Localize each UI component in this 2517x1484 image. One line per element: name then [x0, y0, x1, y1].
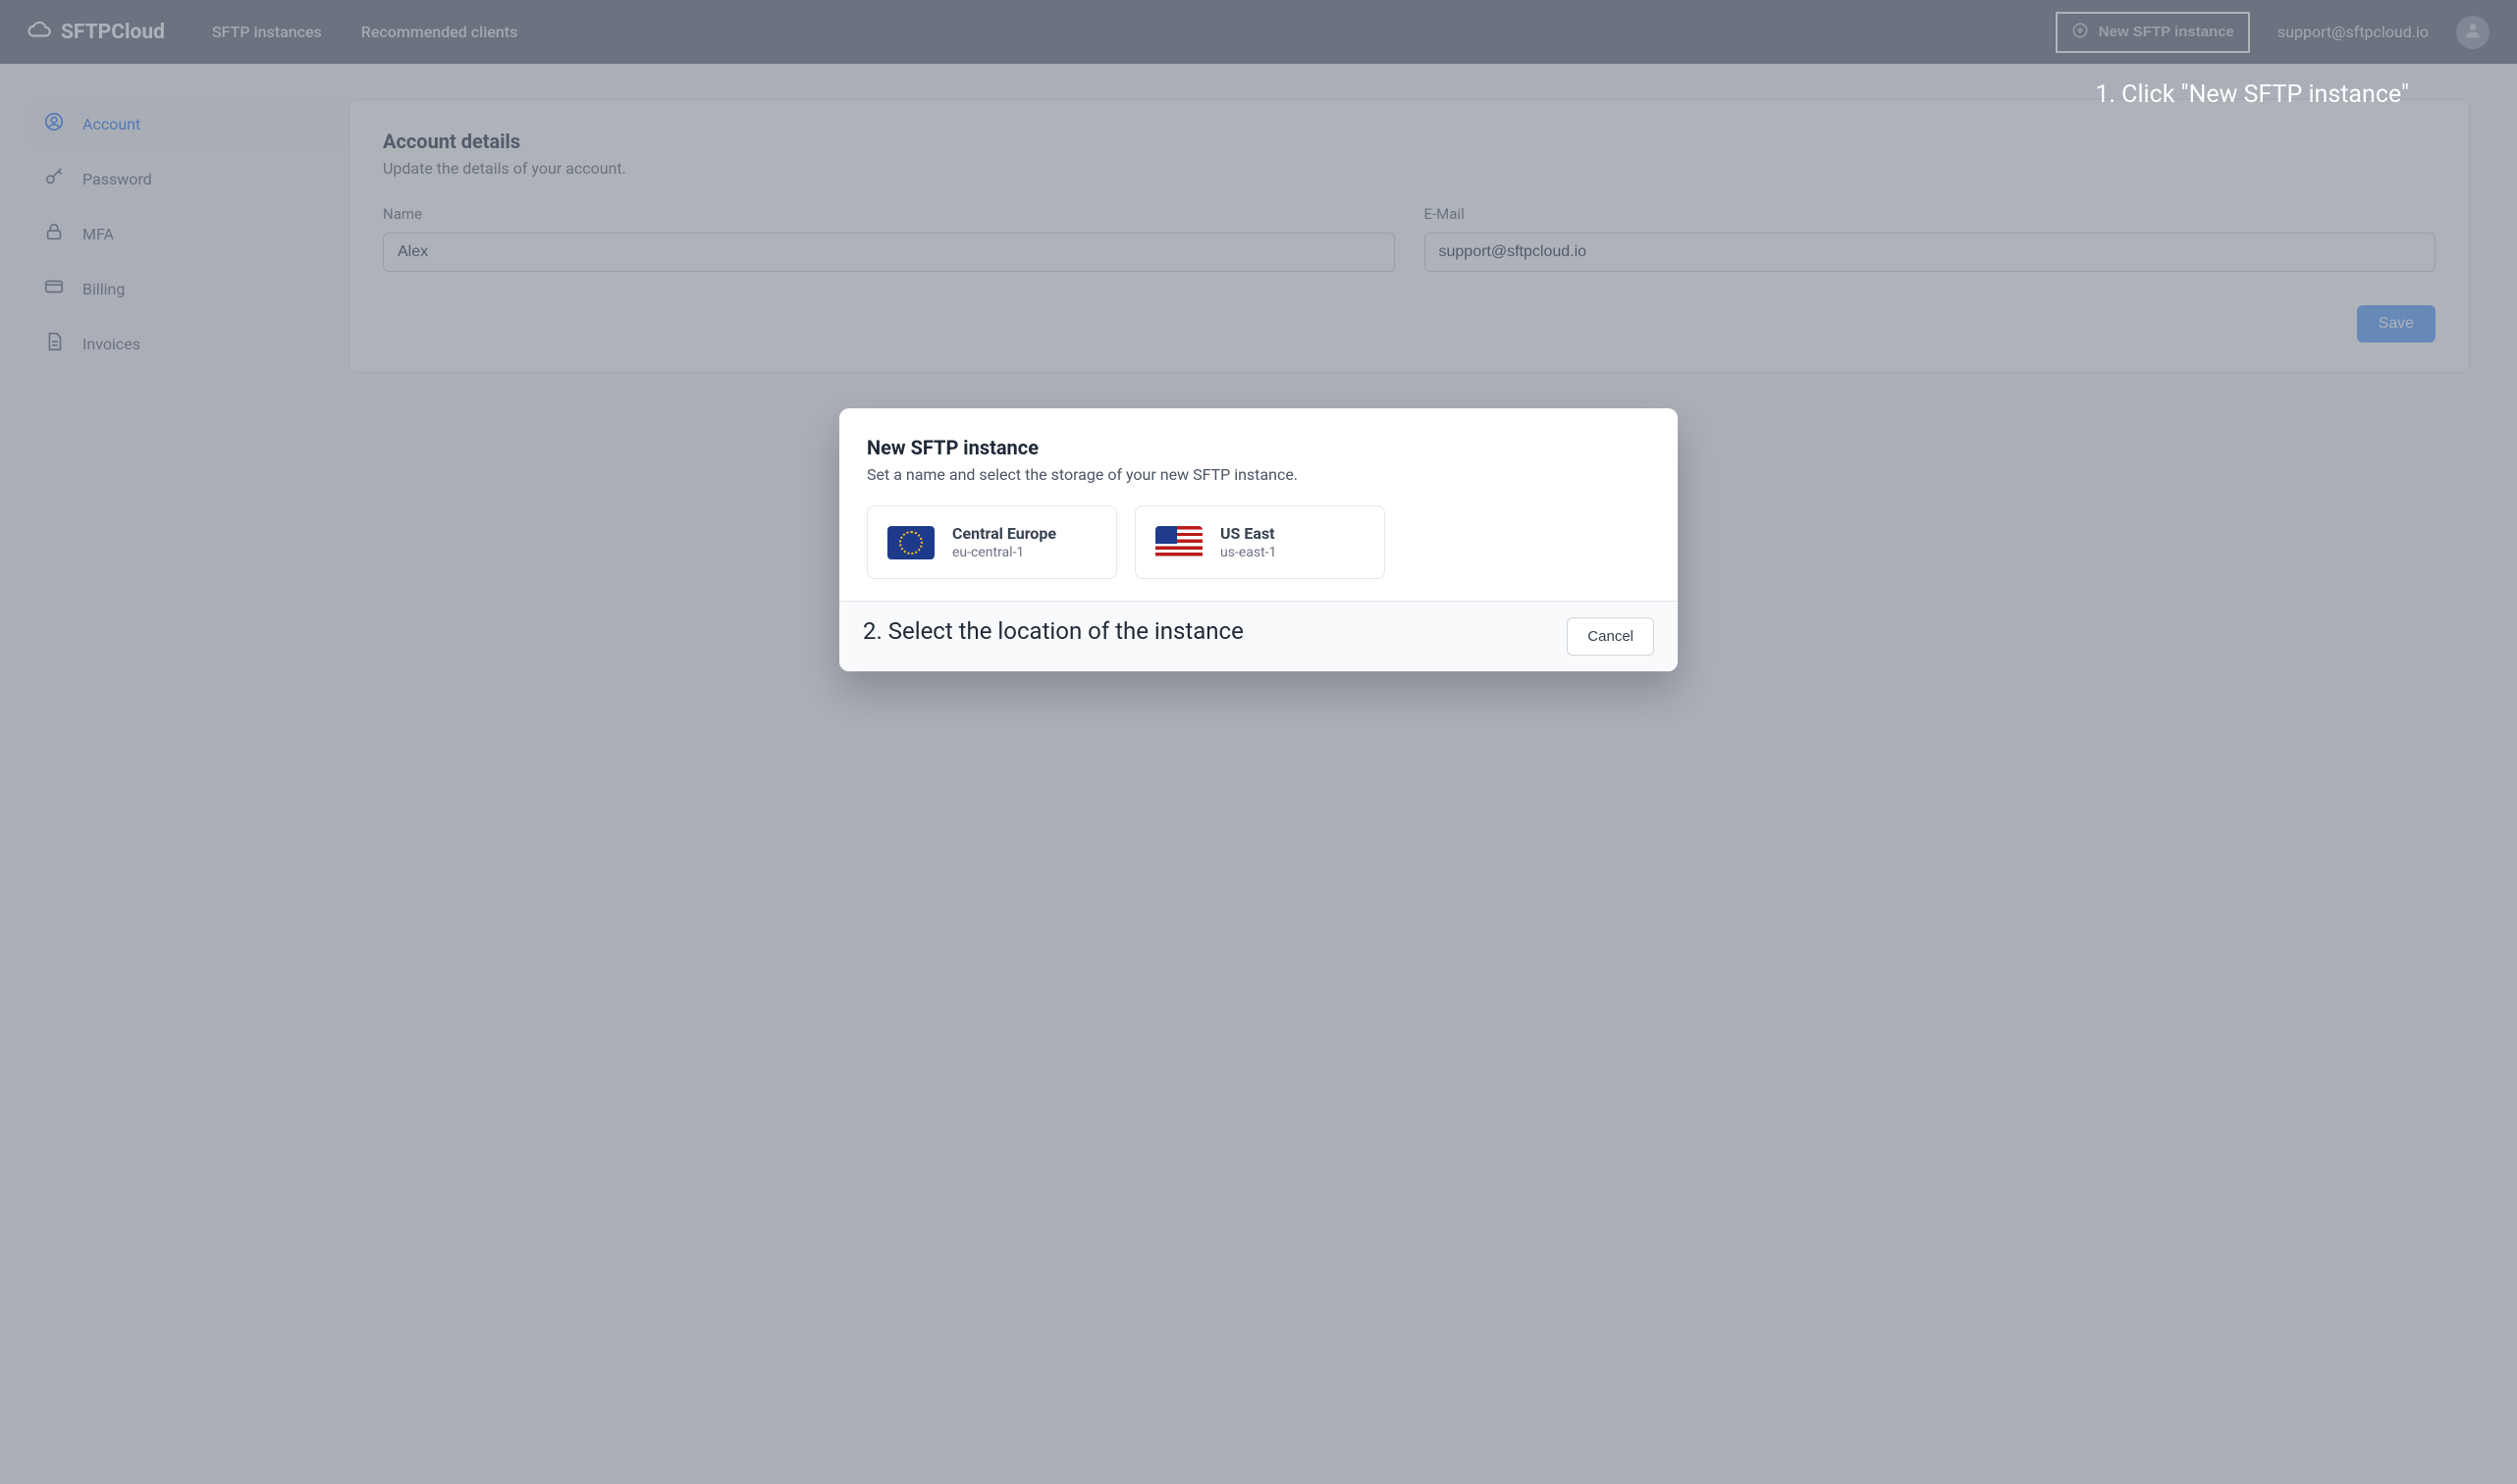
support-email[interactable]: support@sftpcloud.io — [2277, 23, 2429, 41]
sidebar-item-mfa[interactable]: MFA — [27, 209, 348, 258]
sidebar-item-label: Password — [82, 170, 152, 188]
new-instance-label: New SFTP instance — [2099, 24, 2234, 40]
nav-link-recommended-clients[interactable]: Recommended clients — [361, 23, 518, 41]
user-icon — [2463, 21, 2483, 44]
save-button[interactable]: Save — [2357, 305, 2436, 343]
modal-title: New SFTP instance — [867, 436, 1650, 459]
content: Account details Update the details of yo… — [348, 99, 2517, 374]
annotation-step-2: 2. Select the location of the instance — [863, 617, 1244, 656]
card-subtitle: Update the details of your account. — [383, 159, 2436, 178]
sidebar-item-label: Billing — [82, 280, 125, 298]
modal-subtitle: Set a name and select the storage of you… — [867, 465, 1650, 484]
modal-footer: 2. Select the location of the instance C… — [839, 601, 1678, 671]
region-name: US East — [1220, 524, 1276, 543]
lock-icon — [43, 221, 65, 246]
region-row: Central Europe eu-central-1 US East us-e… — [867, 505, 1650, 579]
card-icon — [43, 276, 65, 301]
region-text: US East us-east-1 — [1220, 524, 1276, 560]
avatar[interactable] — [2456, 16, 2490, 49]
sidebar-item-invoices[interactable]: Invoices — [27, 319, 348, 368]
region-code: us-east-1 — [1220, 545, 1276, 560]
name-field-wrap: Name — [383, 205, 1395, 272]
key-icon — [43, 166, 65, 191]
region-option-us[interactable]: US East us-east-1 — [1135, 505, 1385, 579]
sidebar-item-label: Account — [82, 115, 140, 133]
nav-links: SFTP instances Recommended clients — [212, 23, 517, 41]
region-name: Central Europe — [952, 524, 1056, 543]
page-body: Account Password MFA Billing Invoices — [0, 64, 2517, 374]
new-instance-modal: New SFTP instance Set a name and select … — [839, 408, 1678, 671]
email-label: E-Mail — [1424, 205, 2437, 223]
plus-circle-icon — [2071, 22, 2089, 43]
sidebar-item-account[interactable]: Account — [27, 99, 348, 148]
annotation-step-1: 1. Click "New SFTP instance" — [2095, 80, 2409, 109]
sidebar-item-password[interactable]: Password — [27, 154, 348, 203]
sidebar: Account Password MFA Billing Invoices — [0, 99, 348, 374]
brand-name: SFTPCloud — [61, 21, 165, 44]
user-circle-icon — [43, 111, 65, 136]
account-details-card: Account details Update the details of yo… — [348, 99, 2470, 373]
region-option-eu[interactable]: Central Europe eu-central-1 — [867, 505, 1117, 579]
email-input[interactable] — [1424, 233, 2437, 272]
sidebar-item-billing[interactable]: Billing — [27, 264, 348, 313]
cancel-button[interactable]: Cancel — [1567, 617, 1654, 656]
name-label: Name — [383, 205, 1395, 223]
region-text: Central Europe eu-central-1 — [952, 524, 1056, 560]
region-code: eu-central-1 — [952, 545, 1056, 560]
card-actions: Save — [383, 305, 2436, 343]
nav-link-sftp-instances[interactable]: SFTP instances — [212, 23, 322, 41]
nav-right: New SFTP instance support@sftpcloud.io — [2056, 12, 2490, 53]
document-icon — [43, 331, 65, 356]
cloud-icon — [27, 17, 53, 48]
new-sftp-instance-button[interactable]: New SFTP instance — [2056, 12, 2250, 53]
sidebar-item-label: MFA — [82, 225, 114, 243]
flag-eu-icon — [887, 526, 935, 559]
card-title: Account details — [383, 130, 2436, 153]
email-field-wrap: E-Mail — [1424, 205, 2437, 272]
form-row: Name E-Mail — [383, 205, 2436, 272]
navbar: SFTPCloud SFTP instances Recommended cli… — [0, 0, 2517, 64]
flag-us-icon — [1155, 526, 1203, 559]
modal-body: New SFTP instance Set a name and select … — [839, 408, 1678, 601]
name-input[interactable] — [383, 233, 1395, 272]
brand[interactable]: SFTPCloud — [27, 17, 165, 48]
sidebar-item-label: Invoices — [82, 335, 140, 353]
